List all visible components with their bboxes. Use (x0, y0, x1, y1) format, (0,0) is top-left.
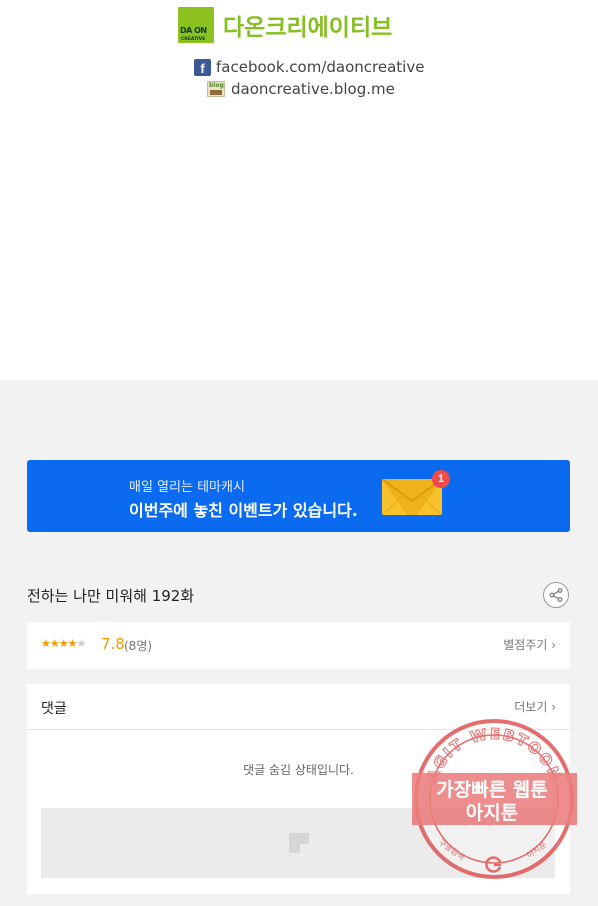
rating-count: (8명) (124, 639, 153, 653)
banner-subtitle: 매일 열리는 테마캐시 (129, 480, 245, 495)
comments-hidden-message: 댓글 숨김 상태입니다. (243, 763, 354, 777)
rate-button[interactable]: 별점주기 › (503, 636, 556, 653)
facebook-icon: f (194, 58, 211, 76)
stars-filled: ★★★★ (41, 637, 77, 650)
comment-title: 댓글 (41, 701, 67, 717)
rating-score: 7.8 (101, 635, 125, 653)
facebook-link[interactable]: facebook.com/daoncreative (216, 58, 424, 76)
banner-title: 이번주에 놓친 이벤트가 있습니다. (129, 501, 358, 520)
comment-header: 댓글 더보기 › (27, 684, 570, 730)
episode-title: 전하는 나만 미워해 192화 (27, 587, 195, 605)
blog-link-row[interactable]: blog daoncreative.blog.me (207, 80, 395, 98)
blog-icon: blog (207, 81, 225, 97)
daon-logo: DA ON CREATIVE (178, 7, 214, 43)
stars-empty: ★ (76, 637, 86, 650)
facebook-link-row[interactable]: f facebook.com/daoncreative (194, 58, 424, 76)
brand-header: DA ON CREATIVE 다온크리에이티브 (178, 5, 392, 45)
blog-icon-text: blog (209, 82, 224, 89)
event-banner[interactable]: 매일 열리는 테마캐시 이번주에 놓친 이벤트가 있습니다. 1 (27, 460, 570, 532)
comments-more-button[interactable]: 더보기 › (514, 698, 556, 715)
share-icon (549, 588, 563, 602)
share-button[interactable] (543, 582, 569, 608)
brand-name: 다온크리에이티브 (223, 15, 393, 41)
blog-link[interactable]: daoncreative.blog.me (231, 80, 395, 98)
top-credit-area: DA ON CREATIVE 다온크리에이티브 f facebook.com/d… (0, 0, 598, 380)
ad-placeholder (41, 808, 555, 878)
placeholder-icon (289, 833, 309, 853)
comment-card: 댓글 더보기 › 댓글 숨김 상태입니다. (27, 684, 570, 894)
notification-badge: 1 (432, 470, 450, 488)
rating-card: ★★★★★ 7.8 (8명) 별점주기 › (27, 622, 570, 669)
logo-subtext: CREATIVE (181, 37, 206, 42)
logo-text: DA ON (180, 26, 207, 35)
star-rating-icons: ★★★★★ (41, 637, 86, 650)
